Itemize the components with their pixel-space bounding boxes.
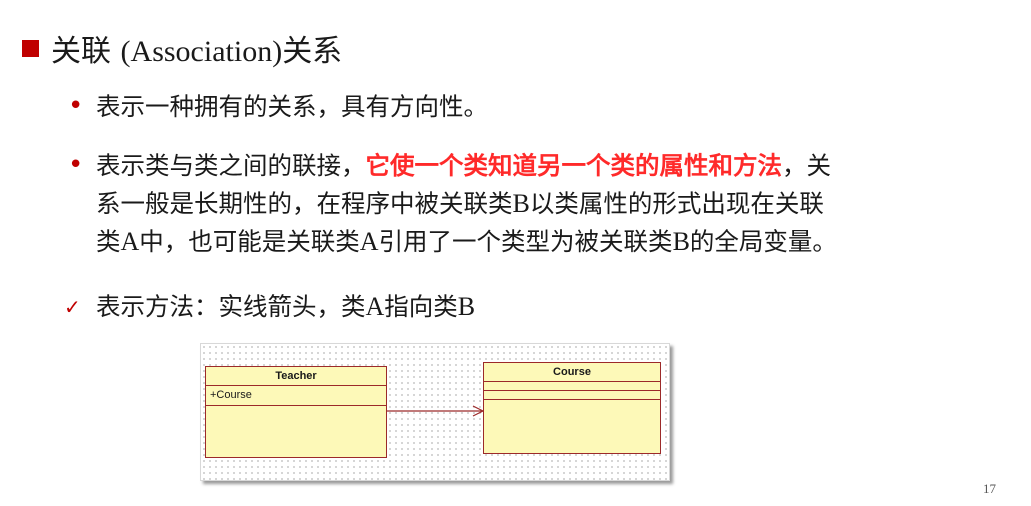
bullet-3-part: 表示方法：实线箭头，类 (96, 292, 366, 321)
bullet-2-part: 中，也可能是关联类 (139, 227, 360, 256)
page-number: 17 (983, 481, 996, 496)
uml-class-course: Course (483, 362, 661, 454)
bullet-3: ✓ 表示方法：实线箭头，类A指向类B (64, 288, 996, 326)
bullet-2: • 表示类与类之间的联接，它使一个类知道另一个类的属性和方法，关 系一般是长期性… (64, 147, 996, 261)
title-text: 关联 (Association)关系 (51, 26, 342, 70)
bullet-2-part: 引用了一个类型为被关联类 (378, 227, 673, 256)
bullet-2-latin: A (120, 227, 140, 256)
uml-class-name: Course (484, 363, 660, 382)
bullet-2-latin: B (512, 189, 530, 218)
uml-operation-section (484, 391, 660, 400)
bullet-dot: • (68, 150, 84, 180)
bullet-2-highlight: 它使一个类知道另一个类的属性和方法 (365, 151, 783, 180)
bullet-2-text: 表示类与类之间的联接，它使一个类知道另一个类的属性和方法，关 系一般是长期性的，… (96, 147, 996, 261)
bullet-2-part: 以类属性的形式出现在关联 (529, 189, 824, 218)
bullet-1: • 表示一种拥有的关系，具有方向性。 (64, 88, 996, 126)
uml-class-name: Teacher (206, 367, 386, 386)
title-part-cn-a: 关联 (51, 34, 121, 69)
title-part-cn-b: 关系 (282, 34, 343, 69)
uml-association-diagram: Teacher +Course Course (200, 343, 670, 481)
bullet-3-text: 表示方法：实线箭头，类A指向类B (96, 288, 996, 326)
bullet-1-text: 表示一种拥有的关系，具有方向性。 (96, 92, 488, 121)
bullet-3-latin: B (457, 292, 476, 321)
uml-attribute-section (484, 382, 660, 391)
bullet-3-part: 指向类 (384, 292, 458, 321)
bullet-2-part: 类 (96, 227, 121, 256)
bullet-2-latin: B (672, 227, 690, 256)
uml-class-attribute: +Course (206, 386, 386, 406)
title-bullet-square (22, 39, 39, 57)
uml-class-teacher: Teacher +Course (205, 366, 387, 458)
bullet-2-part: ，关 (782, 151, 831, 180)
bullet-3-latin: A (365, 292, 385, 321)
bullet-2-part: 表示类与类之间的联接， (96, 151, 366, 180)
bullet-2-part: 的全局变量。 (689, 227, 837, 256)
slide-title: 关联 (Association)关系 (22, 26, 342, 70)
bullet-2-part: 系一般是长期性的，在程序中被关联类 (96, 189, 513, 218)
checkmark-icon: ✓ (64, 295, 81, 319)
title-part-latin: (Association) (120, 35, 283, 68)
bullet-2-latin: A (359, 227, 379, 256)
bullet-dot: • (68, 91, 84, 121)
